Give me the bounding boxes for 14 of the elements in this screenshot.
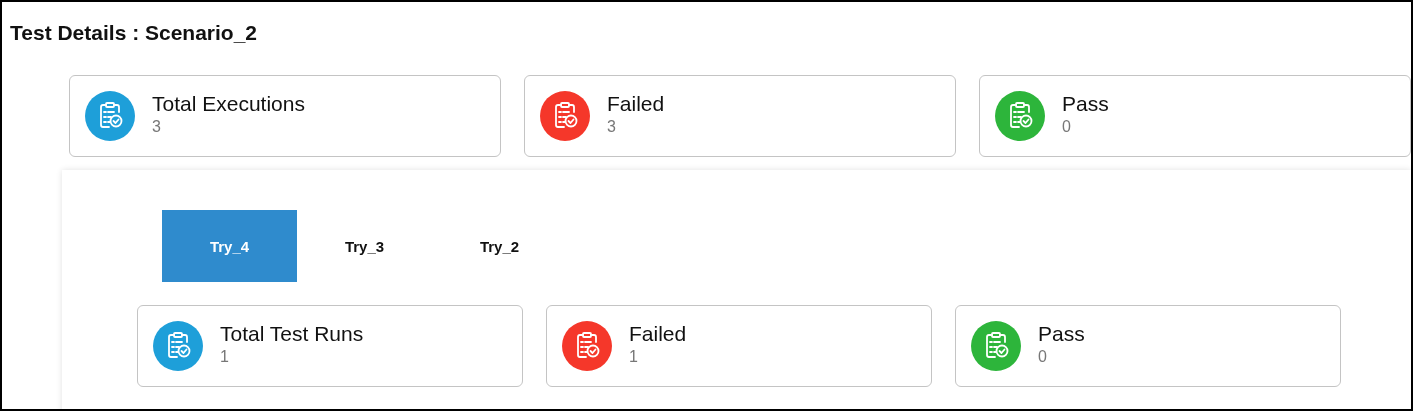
- try-tab[interactable]: Try_4: [162, 210, 297, 282]
- stat-value: 1: [220, 347, 229, 367]
- stat-label: Failed: [629, 321, 687, 347]
- stat-value: 3: [152, 117, 161, 137]
- stat-value: 0: [1062, 117, 1071, 137]
- stat-value: 0: [1038, 347, 1047, 367]
- stat-value: 3: [607, 117, 616, 137]
- stat-label: Total Test Runs: [220, 321, 364, 347]
- stat-label: Failed: [607, 91, 665, 117]
- stat-label: Pass: [1038, 321, 1085, 347]
- stat-value: 1: [629, 347, 638, 367]
- stat-label: Pass: [1062, 91, 1109, 117]
- page-title: Test Details : Scenario_2: [9, 20, 259, 46]
- stat-label: Total Executions: [152, 91, 305, 117]
